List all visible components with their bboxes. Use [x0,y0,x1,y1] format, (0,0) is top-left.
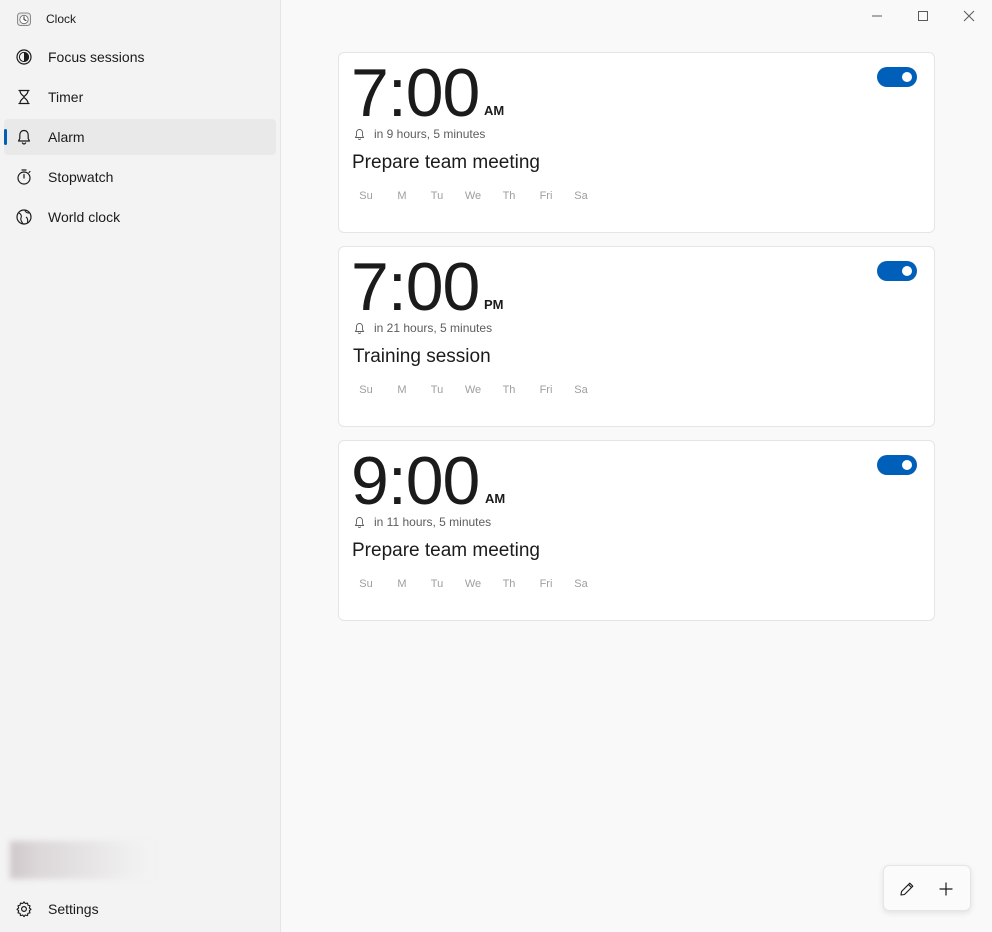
day-label: Sa [574,578,588,590]
close-button[interactable] [946,0,992,32]
settings-label: Settings [48,901,99,917]
day-label: Fri [539,578,553,590]
sidebar-item-label: Stopwatch [48,169,114,185]
alarm-toggle[interactable] [877,455,917,475]
alarm-period: AM [484,103,505,118]
hourglass-icon [18,89,30,105]
day-label: Su [359,190,373,202]
day-label: Su [359,384,373,396]
alarm-time: 9:00 [351,443,480,519]
app-title: Clock [46,12,77,26]
sidebar-item-alarm[interactable]: Alarm [4,119,276,155]
sidebar-item-label: World clock [48,209,121,225]
pencil-icon [900,882,914,896]
toggle-knob [902,460,912,470]
app-title-bar: Clock [16,10,76,28]
day-label: Th [502,190,516,202]
alarm-time: 7:00 [351,55,480,131]
sidebar-item-label: Focus sessions [48,49,145,65]
minimize-button[interactable] [854,0,900,32]
sidebar-item-label: Timer [48,89,84,105]
sidebar-item-settings[interactable]: Settings [4,891,276,927]
sidebar-item-focus-sessions[interactable]: Focus sessions [4,39,276,75]
stopwatch-icon [17,169,31,185]
day-label: M [397,384,407,396]
alarm-period: PM [484,297,504,312]
day-label: M [397,578,407,590]
account-avatar[interactable] [10,841,152,879]
day-label: Sa [574,384,588,396]
sidebar-item-label: Alarm [48,129,85,145]
day-label: Th [502,578,516,590]
alarm-remaining: in 9 hours, 5 minutes [353,127,485,141]
alarm-name: Prepare team meeting [352,152,540,173]
sidebar: Clock Focus sessions Timer Alarm Stopwat… [0,0,281,932]
day-label: Tu [430,384,444,396]
sidebar-item-world-clock[interactable]: World clock [4,199,276,235]
day-label: Fri [539,190,553,202]
day-label: Sa [574,190,588,202]
bell-icon [354,128,365,140]
day-label: Th [502,384,516,396]
bell-icon [354,516,365,528]
day-label: Tu [430,190,444,202]
alarm-remaining: in 11 hours, 5 minutes [353,515,491,529]
toggle-knob [902,266,912,276]
toggle-knob [902,72,912,82]
day-label: M [397,190,407,202]
day-label: Su [359,578,373,590]
alarm-period: AM [485,491,506,506]
alarm-remaining: in 21 hours, 5 minutes [353,321,492,335]
day-label: Tu [430,578,444,590]
maximize-icon [918,11,928,21]
minimize-icon [872,15,882,17]
sidebar-item-stopwatch[interactable]: Stopwatch [4,159,276,195]
alarm-toggle[interactable] [877,67,917,87]
alarm-toggle[interactable] [877,261,917,281]
day-label: We [464,384,482,396]
alarm-time: 7:00 [351,249,480,325]
alarm-remaining-text: in 9 hours, 5 minutes [374,127,486,141]
close-icon [963,10,975,22]
alarm-card[interactable]: 7:00 PM in 21 hours, 5 minutes Training … [338,246,935,427]
alarm-card[interactable]: 9:00 AM in 11 hours, 5 minutes Prepare t… [338,440,935,621]
command-bar [883,865,971,911]
day-label: Fri [539,384,553,396]
day-label: We [464,578,482,590]
alarm-name: Training session [353,346,491,367]
alarm-remaining-text: in 11 hours, 5 minutes [374,515,492,529]
bell-icon [354,322,365,334]
globe-icon [16,209,32,225]
bell-icon [17,129,31,145]
add-alarm-button[interactable] [930,873,962,905]
focus-icon [16,49,32,65]
edit-alarms-button[interactable] [891,873,923,905]
day-label: We [464,190,482,202]
maximize-button[interactable] [900,0,946,32]
sidebar-item-timer[interactable]: Timer [4,79,276,115]
plus-icon [939,882,953,896]
clock-app-icon [17,12,31,26]
alarm-card[interactable]: 7:00 AM in 9 hours, 5 minutes Prepare te… [338,52,935,233]
alarm-name: Prepare team meeting [352,540,540,561]
gear-icon [16,901,32,918]
alarm-remaining-text: in 21 hours, 5 minutes [374,321,493,335]
